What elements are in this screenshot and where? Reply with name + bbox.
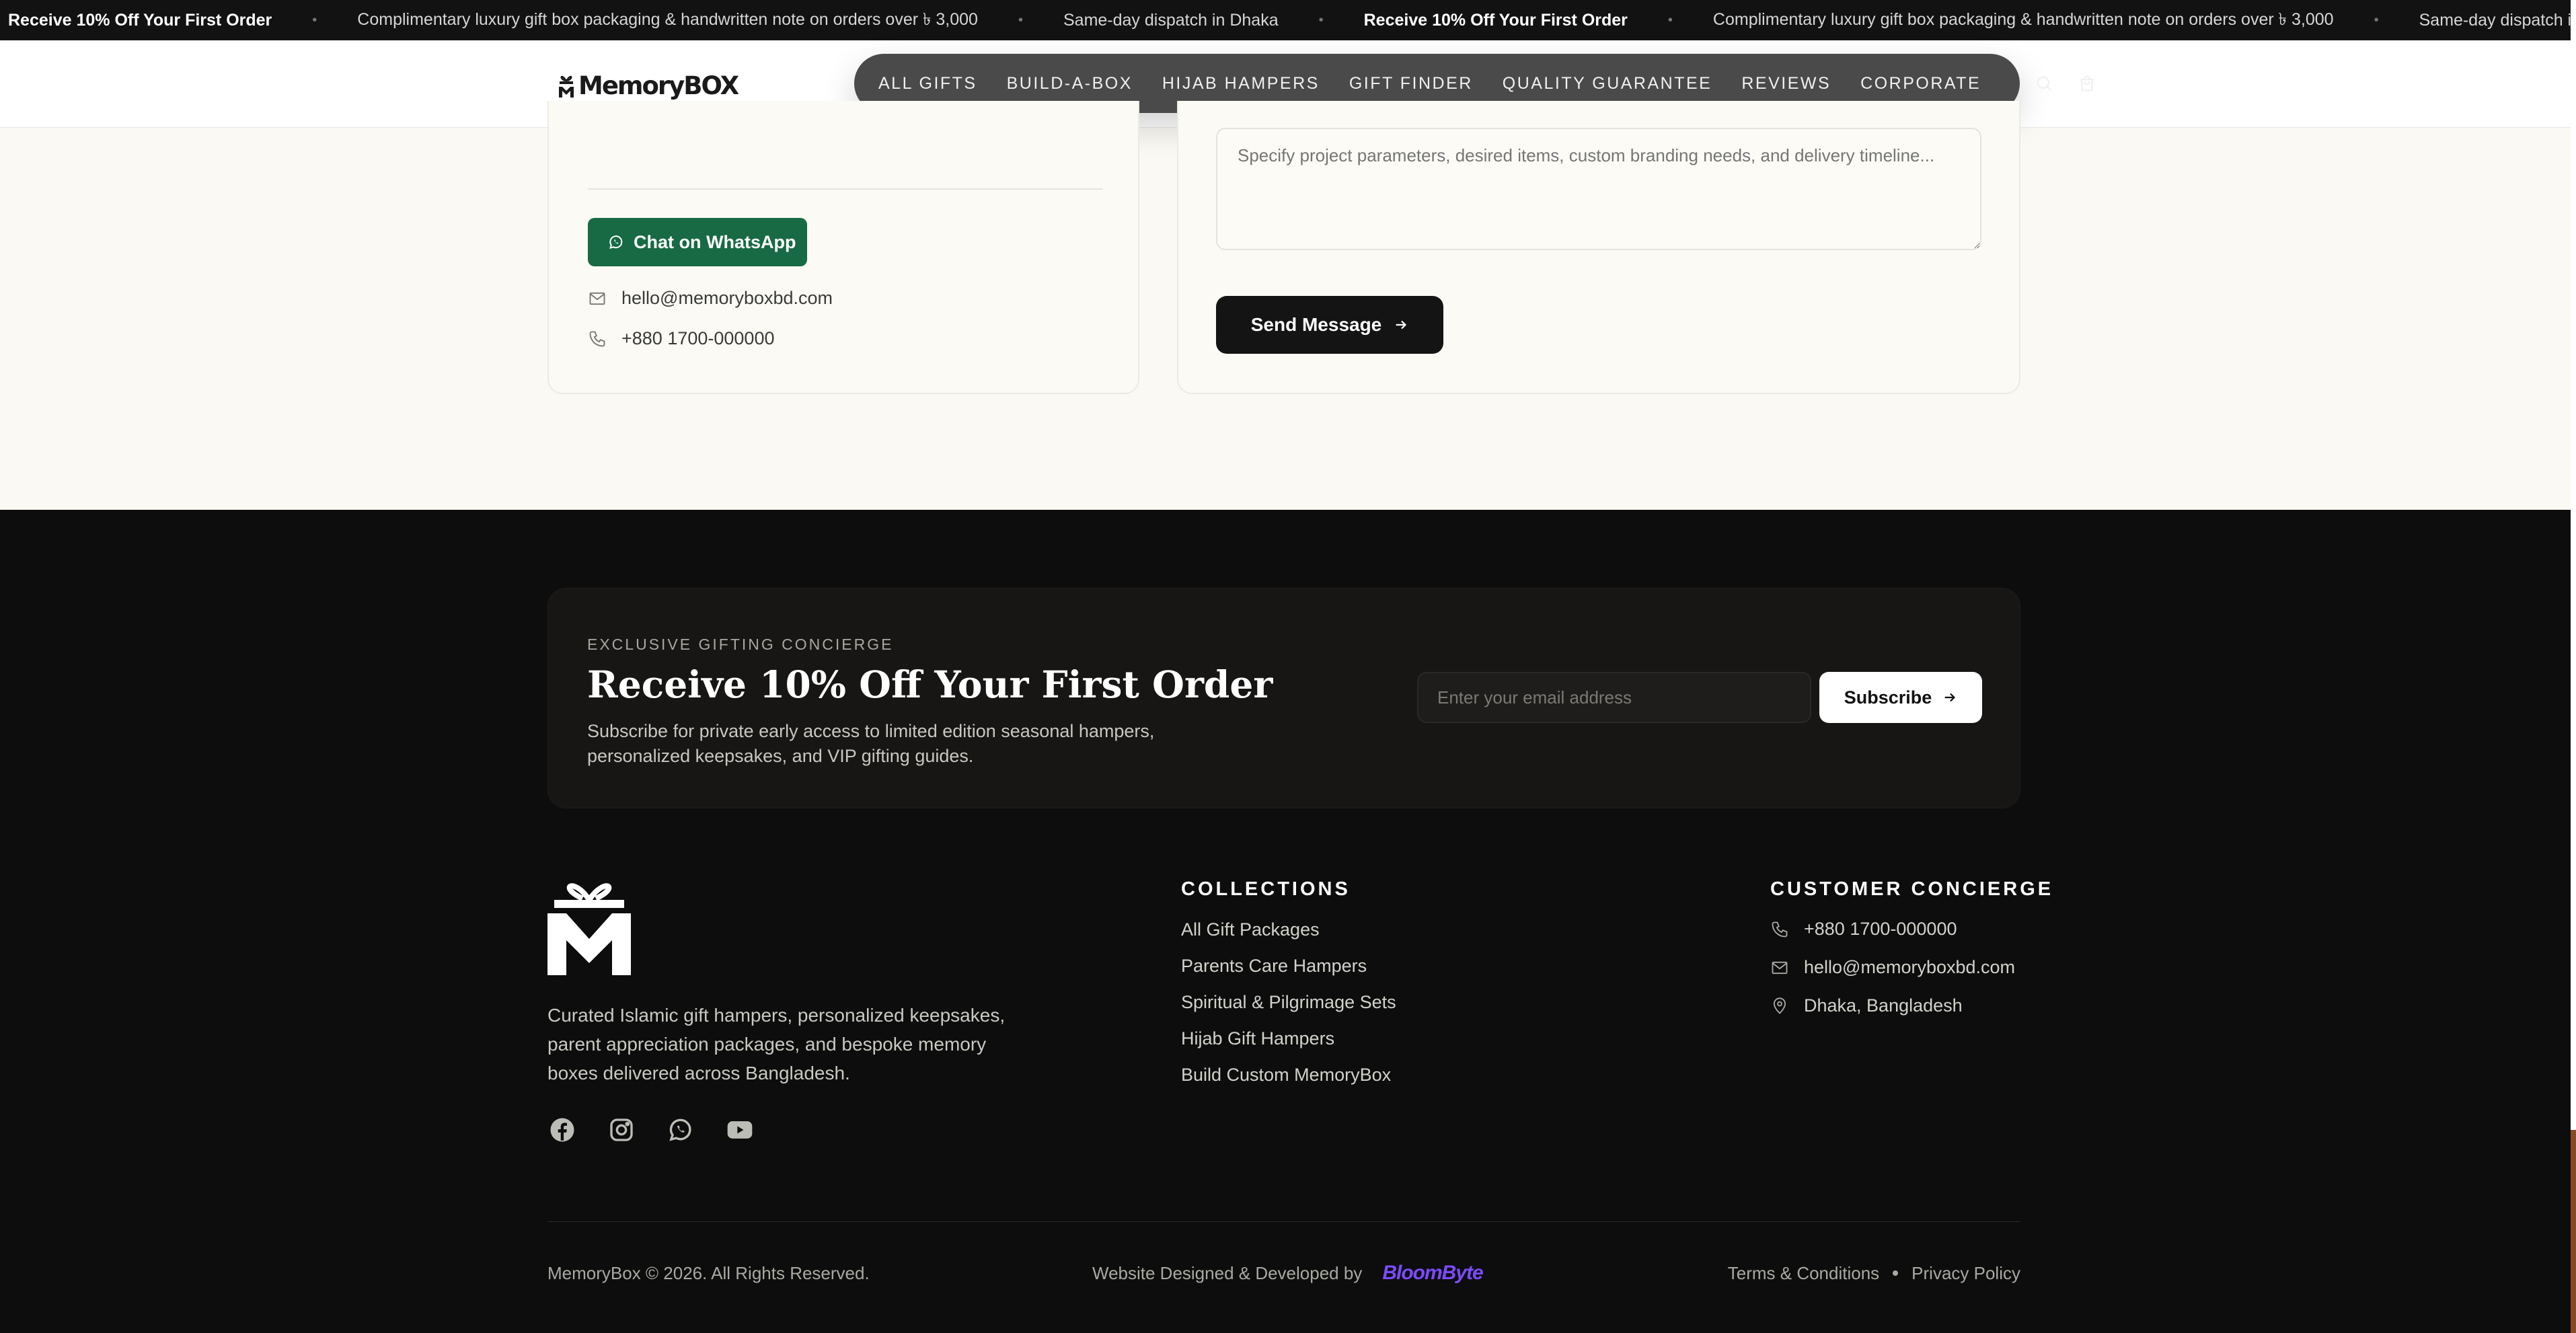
contact-phone-text: +880 1700-000000	[621, 328, 775, 348]
divider	[588, 188, 1103, 190]
announcement-separator: •	[2374, 12, 2379, 28]
message-textarea[interactable]	[1216, 128, 1981, 250]
contact-form-card: Send Message	[1177, 101, 2020, 394]
newsletter-description: Subscribe for private early access to li…	[587, 721, 1155, 766]
developer-credit: Website Designed & Developed by BloomByt…	[1092, 1262, 1484, 1285]
newsletter-eyebrow: EXCLUSIVE GIFTING CONCIERGE	[587, 636, 894, 653]
announcement-item: Receive 10% Off Your First Order	[8, 10, 272, 30]
collection-link[interactable]: Spiritual & Pilgrimage Sets	[1181, 984, 1396, 1020]
announcement-item: Complimentary luxury gift box packaging …	[357, 9, 978, 29]
contact-email-text: hello@memoryboxbd.com	[621, 288, 833, 308]
announcement-item: Same-day dispatch in Dhaka	[1063, 10, 1279, 30]
mail-icon	[1772, 961, 1788, 974]
collections-title: COLLECTIONS	[1181, 878, 1351, 900]
concierge-email-text: hello@memoryboxbd.com	[1804, 957, 2016, 977]
whatsapp-chat-label: Chat on WhatsApp	[634, 231, 796, 252]
collection-link[interactable]: Parents Care Hampers	[1181, 948, 1396, 984]
announcement-item: Receive 10% Off Your First Order	[1363, 10, 1628, 30]
collections-links: All Gift Packages Parents Care Hampers S…	[1181, 911, 1396, 1093]
collection-link[interactable]: Build Custom MemoryBox	[1181, 1057, 1396, 1093]
nav-quality-guarantee[interactable]: Quality Guarantee	[1503, 74, 1712, 93]
logo[interactable]: MemoryBOX	[557, 67, 739, 104]
footer-bottom-bar: MemoryBox © 2026. All Rights Reserved. W…	[547, 1256, 2020, 1290]
announcement-item: Same-day dispatch in Dhaka	[2419, 10, 2576, 30]
credit-text: Website Designed & Developed by	[1092, 1262, 1363, 1283]
newsletter-email-input[interactable]	[1417, 672, 1811, 723]
facebook-icon[interactable]	[547, 1115, 577, 1145]
whatsapp-icon[interactable]	[666, 1115, 695, 1145]
concierge-links: +880 1700-000000 hello@memoryboxbd.com D…	[1770, 910, 2015, 1025]
collection-link[interactable]: All Gift Packages	[1181, 911, 1396, 948]
concierge-phone[interactable]: +880 1700-000000	[1770, 910, 2015, 948]
scrollbar-accent	[2571, 1130, 2576, 1333]
announcement-bar: Receive 10% Off Your First Order • Complim…	[0, 0, 2576, 40]
social-links	[547, 1115, 755, 1145]
shopping-bag-icon[interactable]	[2078, 72, 2096, 95]
phone-icon	[589, 331, 605, 346]
separator-dot	[1893, 1270, 1899, 1276]
send-message-label: Send Message	[1250, 314, 1382, 335]
logo-text: MemoryBOX	[578, 71, 739, 100]
privacy-link[interactable]: Privacy Policy	[1911, 1263, 2020, 1284]
map-pin-icon	[1773, 997, 1786, 1014]
concierge-location-text: Dhaka, Bangladesh	[1804, 995, 1963, 1016]
youtube-icon[interactable]	[725, 1115, 755, 1145]
nav-corporate[interactable]: Corporate	[1860, 74, 1981, 93]
search-icon[interactable]	[2035, 72, 2053, 95]
contact-info-card: Chat on WhatsApp hello@memoryboxbd.com +…	[547, 101, 1139, 394]
instagram-icon[interactable]	[607, 1115, 636, 1145]
newsletter-panel: EXCLUSIVE GIFTING CONCIERGE Receive 10% …	[547, 588, 2020, 808]
collection-link[interactable]: Hijab Gift Hampers	[1181, 1020, 1396, 1057]
announcement-track: Receive 10% Off Your First Order • Complim…	[0, 0, 2576, 40]
nav-reviews[interactable]: Reviews	[1741, 74, 1831, 93]
site-footer: EXCLUSIVE GIFTING CONCIERGE Receive 10% …	[0, 510, 2571, 1333]
whatsapp-icon	[609, 235, 623, 249]
footer-divider	[547, 1221, 2020, 1222]
contact-email[interactable]: hello@memoryboxbd.com	[588, 288, 833, 309]
send-message-button[interactable]: Send Message	[1216, 296, 1443, 354]
nav-hijab-hampers[interactable]: Hijab Hampers	[1162, 74, 1320, 93]
bloombyte-logo[interactable]: BloomByte	[1382, 1262, 1483, 1285]
subscribe-button[interactable]: Subscribe	[1819, 672, 1982, 723]
whatsapp-chat-button[interactable]: Chat on WhatsApp	[588, 218, 807, 266]
concierge-email[interactable]: hello@memoryboxbd.com	[1770, 948, 2015, 987]
logo-gift-icon	[559, 75, 574, 98]
announcement-item: Complimentary luxury gift box packaging …	[1712, 9, 2334, 29]
subscribe-label: Subscribe	[1844, 687, 1932, 708]
contact-phone[interactable]: +880 1700-000000	[588, 328, 774, 349]
nav-all-gifts[interactable]: All Gifts	[878, 74, 977, 93]
announcement-separator: •	[1018, 12, 1023, 28]
terms-link[interactable]: Terms & Conditions	[1728, 1263, 1879, 1284]
brand-logo-mark[interactable]	[547, 877, 631, 975]
arrow-right-icon	[1396, 320, 1407, 330]
mail-icon	[589, 292, 605, 305]
legal-links: Terms & Conditions Privacy Policy	[1728, 1263, 2020, 1284]
phone-icon	[1772, 921, 1788, 937]
announcement-separator: •	[312, 12, 317, 28]
brand-description: Curated Islamic gift hampers, personaliz…	[547, 1005, 1006, 1083]
announcement-separator: •	[1318, 12, 1324, 28]
concierge-location: Dhaka, Bangladesh	[1770, 987, 2015, 1025]
nav-gift-finder[interactable]: Gift Finder	[1349, 74, 1473, 93]
concierge-title: CUSTOMER CONCIERGE	[1770, 878, 2054, 900]
nav-build-a-box[interactable]: Build-A-Box	[1007, 74, 1133, 93]
copyright-text: MemoryBox © 2026. All Rights Reserved.	[547, 1262, 870, 1283]
newsletter-title: Receive 10% Off Your First Order	[587, 662, 1273, 706]
arrow-right-icon	[1944, 693, 1956, 702]
announcement-separator: •	[1667, 12, 1673, 28]
concierge-phone-text: +880 1700-000000	[1804, 919, 1957, 939]
